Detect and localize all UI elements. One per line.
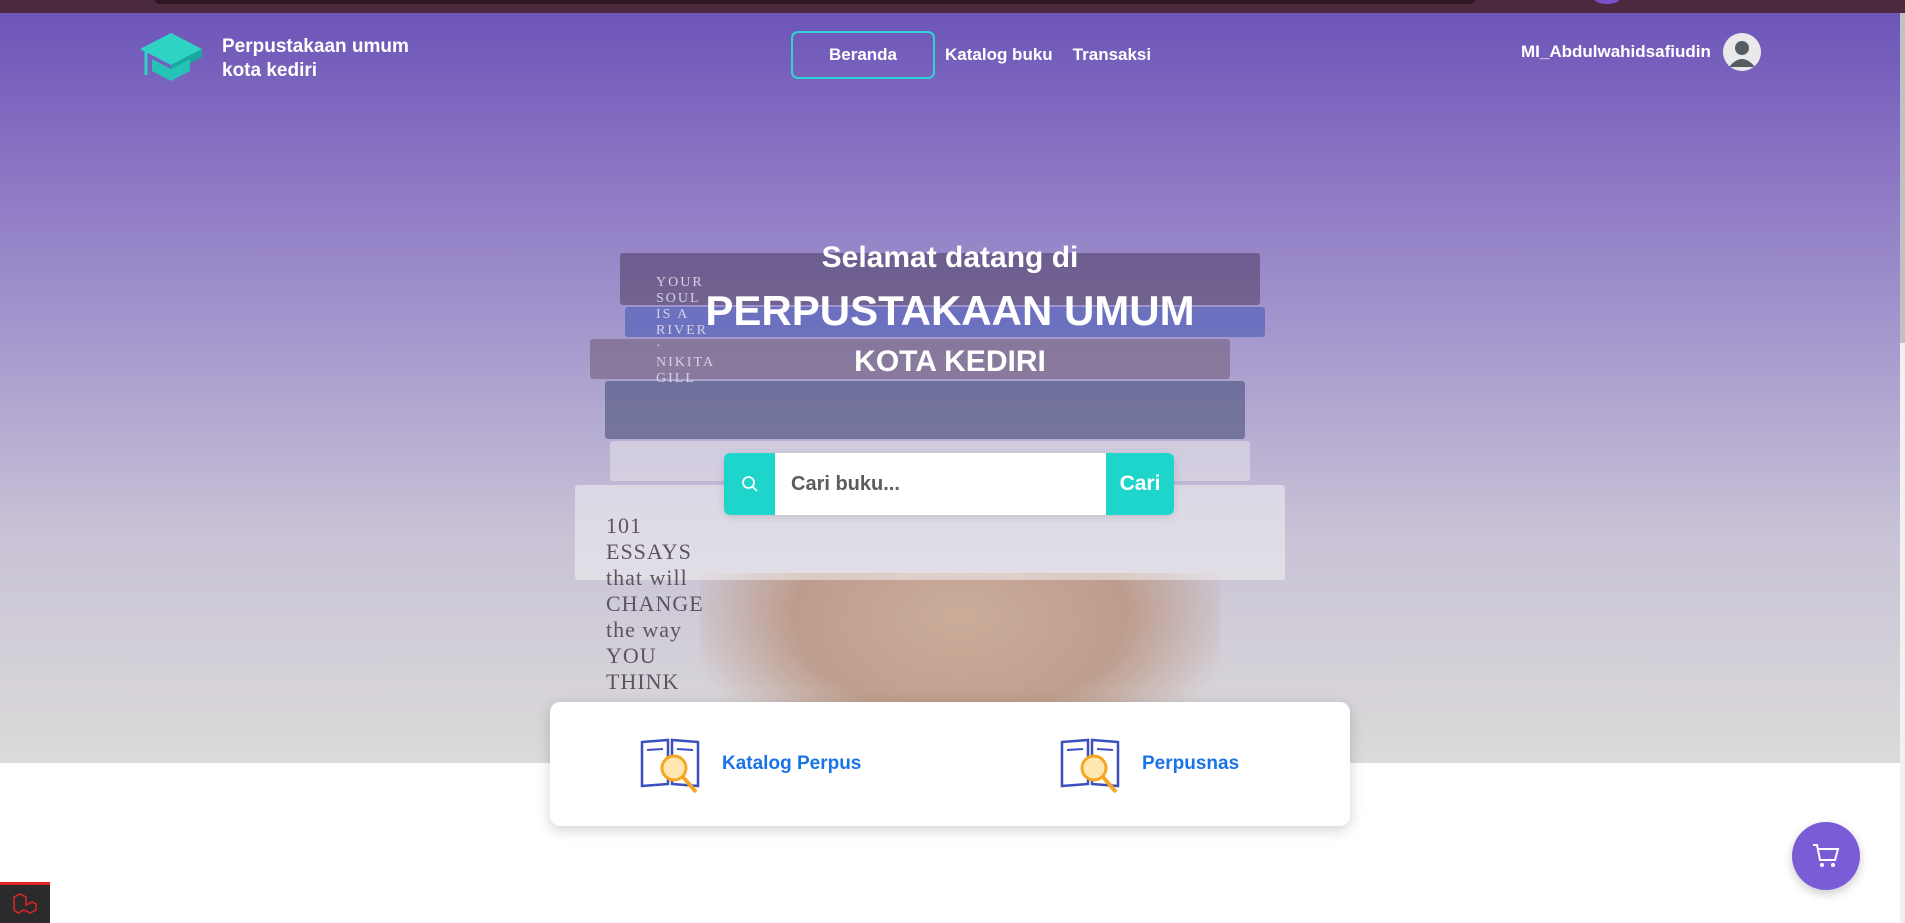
user-avatar-icon[interactable] (1722, 33, 1761, 71)
search-button[interactable]: Cari (1106, 453, 1174, 515)
debugbar-toggle[interactable] (0, 882, 50, 923)
card-label[interactable]: Perpusnas (1142, 753, 1239, 775)
cart-icon (1813, 844, 1840, 867)
book-search-icon (1060, 738, 1120, 794)
user-name[interactable]: MI_Abdulwahidsafiudin (1521, 42, 1711, 62)
brand-name[interactable]: Perpustakaan umum kota kediri (222, 35, 409, 83)
nav-item-transaksi[interactable]: Transaksi (1073, 45, 1151, 65)
search-bar: Cari (724, 453, 1174, 515)
book-search-icon (640, 738, 700, 794)
brand-line-1: Perpustakaan umum (222, 36, 409, 57)
top-strip-dot (1593, 0, 1621, 4)
hero-subtitle: KOTA KEDIRI (854, 345, 1046, 378)
brand-line-2: kota kediri (222, 60, 318, 81)
quick-links-card: Katalog Perpus Perpusnas (550, 702, 1350, 826)
user-menu[interactable]: MI_Abdulwahidsafiudin (1521, 33, 1761, 71)
hero-banner: YOUR SOUL IS A RIVER · NIKITA GILL 101 E… (0, 13, 1900, 763)
top-strip-bar (155, 0, 1475, 4)
graduation-cap-icon[interactable] (138, 31, 204, 87)
search-input[interactable] (775, 453, 1106, 515)
scrollbar-thumb[interactable] (1900, 13, 1905, 343)
book-spine-text: 101 ESSAYS that will CHANGE the way YOU … (606, 513, 704, 694)
search-icon (724, 453, 775, 515)
nav-item-katalog-buku[interactable]: Katalog buku (945, 45, 1053, 65)
laravel-icon (13, 893, 37, 914)
book-spine (605, 381, 1245, 439)
cart-button[interactable] (1792, 822, 1860, 890)
card-perpusnas[interactable]: Perpusnas (1058, 732, 1239, 796)
nav-item-beranda[interactable]: Beranda (791, 31, 935, 79)
card-label[interactable]: Katalog Perpus (722, 753, 861, 775)
card-katalog-perpus[interactable]: Katalog Perpus (638, 732, 861, 796)
navbar: Perpustakaan umum kota kediri Beranda Ka… (0, 13, 1900, 108)
browser-top-strip (0, 0, 1905, 13)
hero-welcome-text: Selamat datang di (821, 241, 1079, 274)
page-scrollbar[interactable] (1900, 13, 1905, 923)
main-menu: Beranda Katalog buku Transaksi (791, 31, 1171, 79)
hero-title: PERPUSTAKAAN UMUM (705, 287, 1195, 334)
